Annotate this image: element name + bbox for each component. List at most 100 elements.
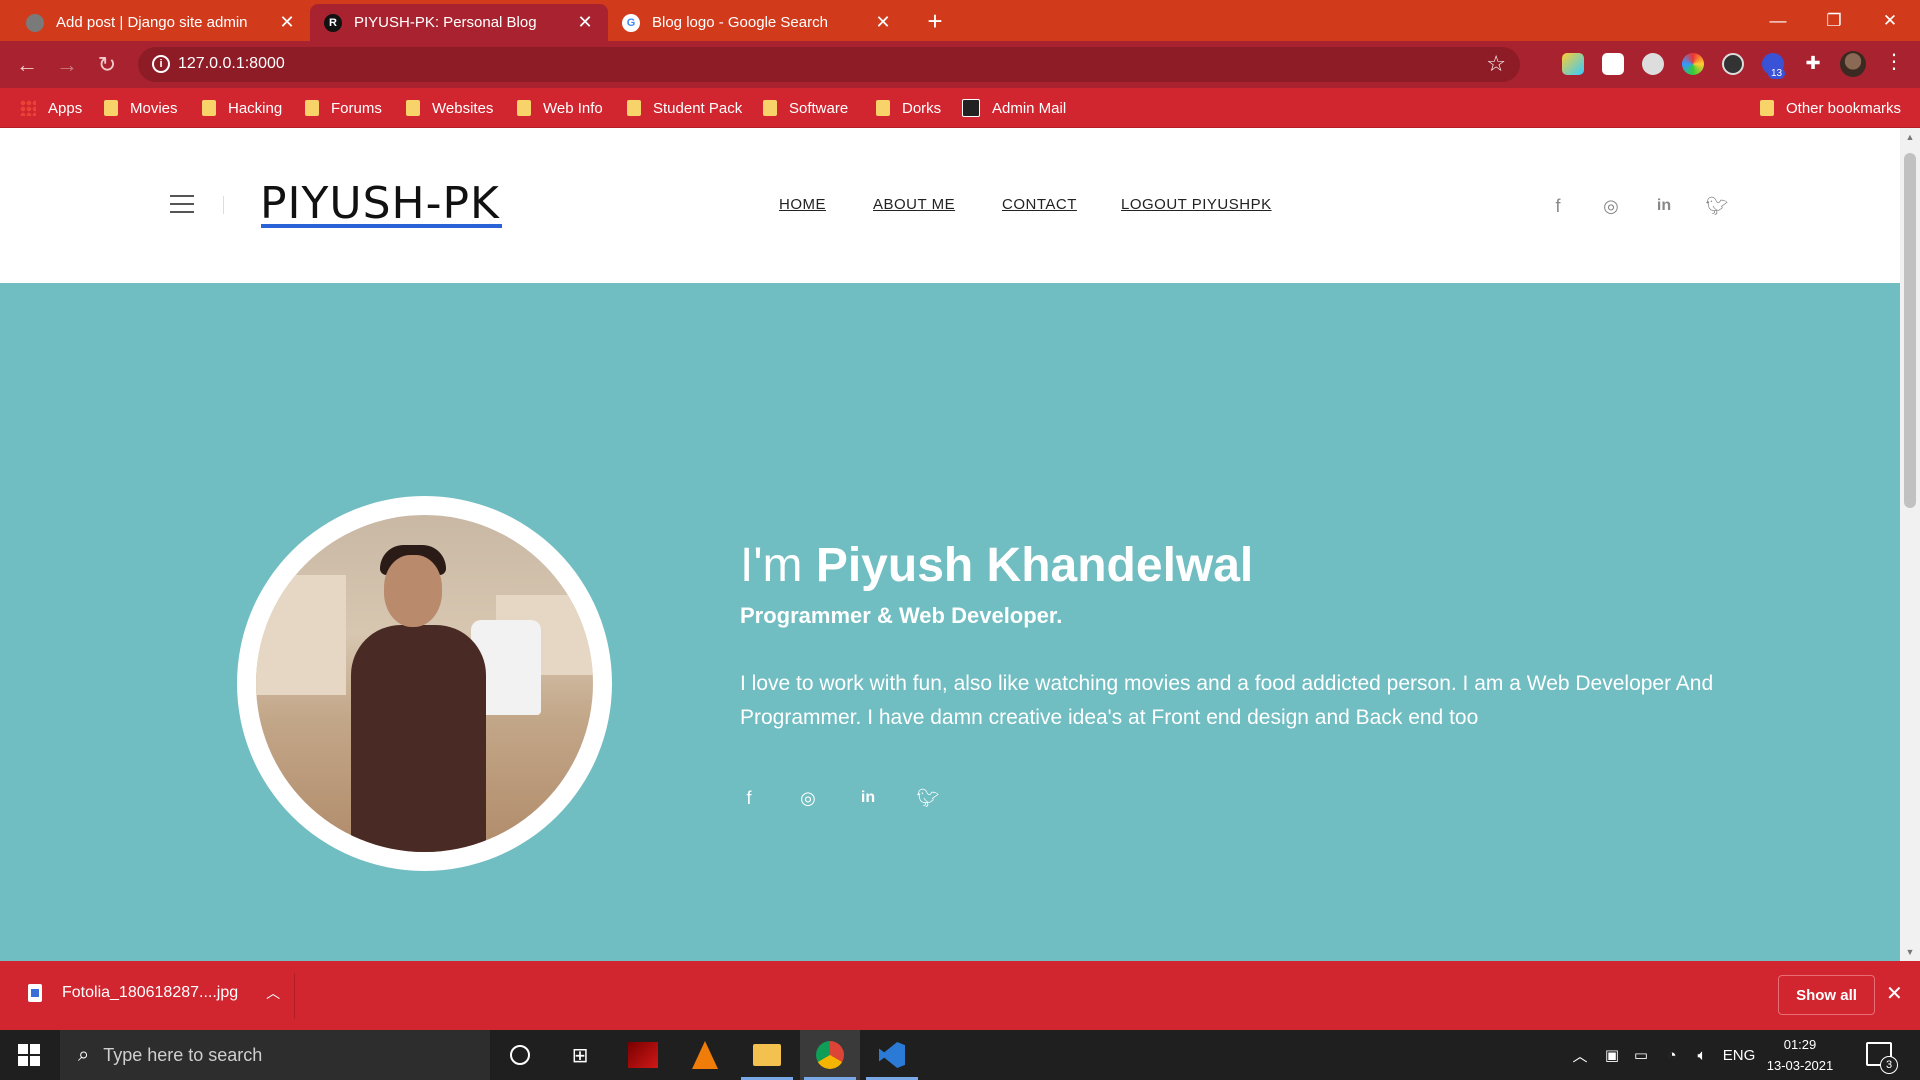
chevron-up-icon[interactable]: ︿: [266, 983, 280, 1003]
nav-contact[interactable]: CONTACT: [1002, 196, 1077, 213]
bookmark-movies[interactable]: Movies: [104, 96, 178, 120]
twitter-icon[interactable]: 🐦︎: [1705, 194, 1729, 218]
divider: [223, 196, 224, 214]
reload-icon[interactable]: ↻: [92, 50, 122, 80]
search-icon: ⌕: [78, 1043, 90, 1066]
bookmark-label: Dorks: [902, 99, 942, 117]
windows-start-icon[interactable]: [18, 1044, 40, 1066]
restore-icon[interactable]: ❐: [1806, 0, 1862, 41]
instagram-icon[interactable]: ◎: [1599, 194, 1623, 218]
nav-logout[interactable]: LOGOUT PIYUSHPK: [1121, 196, 1272, 213]
bookmark-star-icon[interactable]: ☆: [1486, 51, 1506, 77]
download-shelf: Fotolia_180618287....jpg ︿ Show all ✕: [0, 961, 1920, 1030]
bookmark-label: Hacking: [228, 99, 283, 117]
hero-name: Piyush Khandelwal: [815, 539, 1254, 592]
minimize-icon[interactable]: —: [1750, 0, 1806, 41]
vscode-icon[interactable]: [862, 1030, 922, 1080]
extension-gear-icon[interactable]: [1642, 53, 1664, 75]
close-icon[interactable]: ✕: [576, 12, 594, 33]
bookmark-student-pack[interactable]: Student Pack: [627, 96, 742, 120]
volume-icon[interactable]: 🔈︎: [1690, 1030, 1714, 1080]
bookmark-label: Apps: [48, 99, 83, 117]
bookmark-label: Web Info: [543, 99, 603, 117]
cortana-icon[interactable]: [490, 1030, 550, 1080]
close-icon[interactable]: ✕: [874, 12, 892, 33]
bookmark-label: Movies: [130, 99, 178, 117]
bookmark-label: Admin Mail: [992, 99, 1067, 117]
linkedin-icon[interactable]: in: [1652, 194, 1676, 218]
chevron-up-icon[interactable]: ︿: [1568, 1030, 1592, 1080]
bookmark-hacking[interactable]: Hacking: [202, 96, 282, 120]
django-icon: [26, 13, 44, 32]
close-icon[interactable]: ✕: [278, 12, 296, 33]
extension-film-icon[interactable]: [1722, 53, 1744, 75]
site-info-icon[interactable]: i: [152, 55, 170, 73]
download-item[interactable]: Fotolia_180618287....jpg ︿: [28, 983, 280, 1003]
bookmark-forums[interactable]: Forums: [305, 96, 382, 120]
divider: [294, 973, 295, 1019]
tab-django-admin[interactable]: Add post | Django site admin ✕: [12, 4, 310, 41]
extensions-puzzle-icon[interactable]: ✚: [1802, 53, 1824, 75]
extension-color-icon[interactable]: [1682, 53, 1704, 75]
clock-date: 13-03-2021: [1766, 1058, 1834, 1073]
bookmark-admin-mail[interactable]: Admin Mail: [962, 96, 1066, 120]
window-close-icon[interactable]: ✕: [1862, 0, 1918, 41]
clock[interactable]: 01:29 13-03-2021: [1758, 1034, 1842, 1076]
bookmark-label: Student Pack: [653, 99, 743, 117]
file-explorer-icon[interactable]: [737, 1030, 797, 1080]
tab-personal-blog[interactable]: R PIYUSH-PK: Personal Blog ✕: [310, 4, 608, 41]
linkedin-icon[interactable]: in: [856, 786, 880, 810]
taskbar-search[interactable]: ⌕ Type here to search: [60, 1030, 490, 1080]
bookmark-dorks[interactable]: Dorks: [876, 96, 941, 120]
bookmark-label: Forums: [331, 99, 382, 117]
twitter-icon[interactable]: 🐦︎: [916, 786, 940, 810]
browser-toolbar: ← → ↻ i 127.0.0.1:8000 ☆ 13 ✚ ⋮: [0, 41, 1920, 88]
facebook-icon[interactable]: f: [1546, 194, 1570, 218]
url-text[interactable]: 127.0.0.1:8000: [178, 55, 285, 73]
new-tab-button[interactable]: +: [920, 6, 950, 36]
show-all-button[interactable]: Show all: [1778, 975, 1875, 1015]
more-menu-icon[interactable]: ⋮: [1884, 49, 1904, 74]
bookmark-web-info[interactable]: Web Info: [517, 96, 603, 120]
chrome-icon[interactable]: [800, 1030, 860, 1080]
scroll-thumb[interactable]: [1904, 153, 1916, 508]
tab-title: Add post | Django site admin: [56, 14, 248, 31]
language-indicator[interactable]: ENG: [1722, 1030, 1756, 1080]
folder-icon: [517, 100, 531, 116]
forward-icon[interactable]: →: [52, 50, 82, 80]
folder-icon: [876, 100, 890, 116]
apps-grid-icon: [20, 100, 36, 116]
hamburger-menu-icon[interactable]: [170, 195, 194, 215]
folder-icon: [406, 100, 420, 116]
site-logo[interactable]: PIYUSH-PK: [260, 178, 500, 229]
windows-taskbar: ⌕ Type here to search ⊞ ︿ ▣ ▭ ◔ 🔈︎ ENG 0…: [0, 1030, 1920, 1080]
logo-underline: [261, 224, 502, 228]
scroll-up-icon[interactable]: ▲: [1900, 132, 1920, 142]
back-icon[interactable]: ←: [12, 50, 42, 80]
hero-subtitle: Programmer & Web Developer.: [740, 603, 1063, 628]
nav-home[interactable]: HOME: [779, 196, 826, 213]
instagram-icon[interactable]: ◎: [796, 786, 820, 810]
scroll-down-icon[interactable]: ▼: [1900, 947, 1920, 957]
address-bar[interactable]: i 127.0.0.1:8000 ☆: [138, 47, 1520, 82]
profile-avatar[interactable]: [1840, 51, 1866, 77]
extension-heart-icon[interactable]: [1562, 53, 1584, 75]
app-game-icon[interactable]: [613, 1030, 673, 1080]
wifi-icon[interactable]: ◔: [1660, 1030, 1684, 1080]
battery-icon[interactable]: ▭: [1628, 1030, 1654, 1080]
vlc-icon[interactable]: [675, 1030, 735, 1080]
task-view-icon[interactable]: ⊞: [550, 1030, 610, 1080]
facebook-icon[interactable]: f: [737, 786, 761, 810]
bookmark-apps[interactable]: Apps: [20, 96, 82, 120]
tab-title: PIYUSH-PK: Personal Blog: [354, 14, 537, 31]
page-scrollbar[interactable]: ▲ ▼: [1900, 128, 1920, 961]
tab-google-search[interactable]: G Blog logo - Google Search ✕: [608, 4, 906, 41]
nav-about-me[interactable]: ABOUT ME: [873, 196, 955, 213]
bookmark-software[interactable]: Software: [763, 96, 848, 120]
other-bookmarks[interactable]: Other bookmarks: [1760, 96, 1901, 120]
bookmark-websites[interactable]: Websites: [406, 96, 493, 120]
extension-notes-icon[interactable]: [1602, 53, 1624, 75]
device-icon[interactable]: ▣: [1600, 1030, 1624, 1080]
folder-icon: [1760, 100, 1774, 116]
close-icon[interactable]: ✕: [1886, 981, 1903, 1006]
